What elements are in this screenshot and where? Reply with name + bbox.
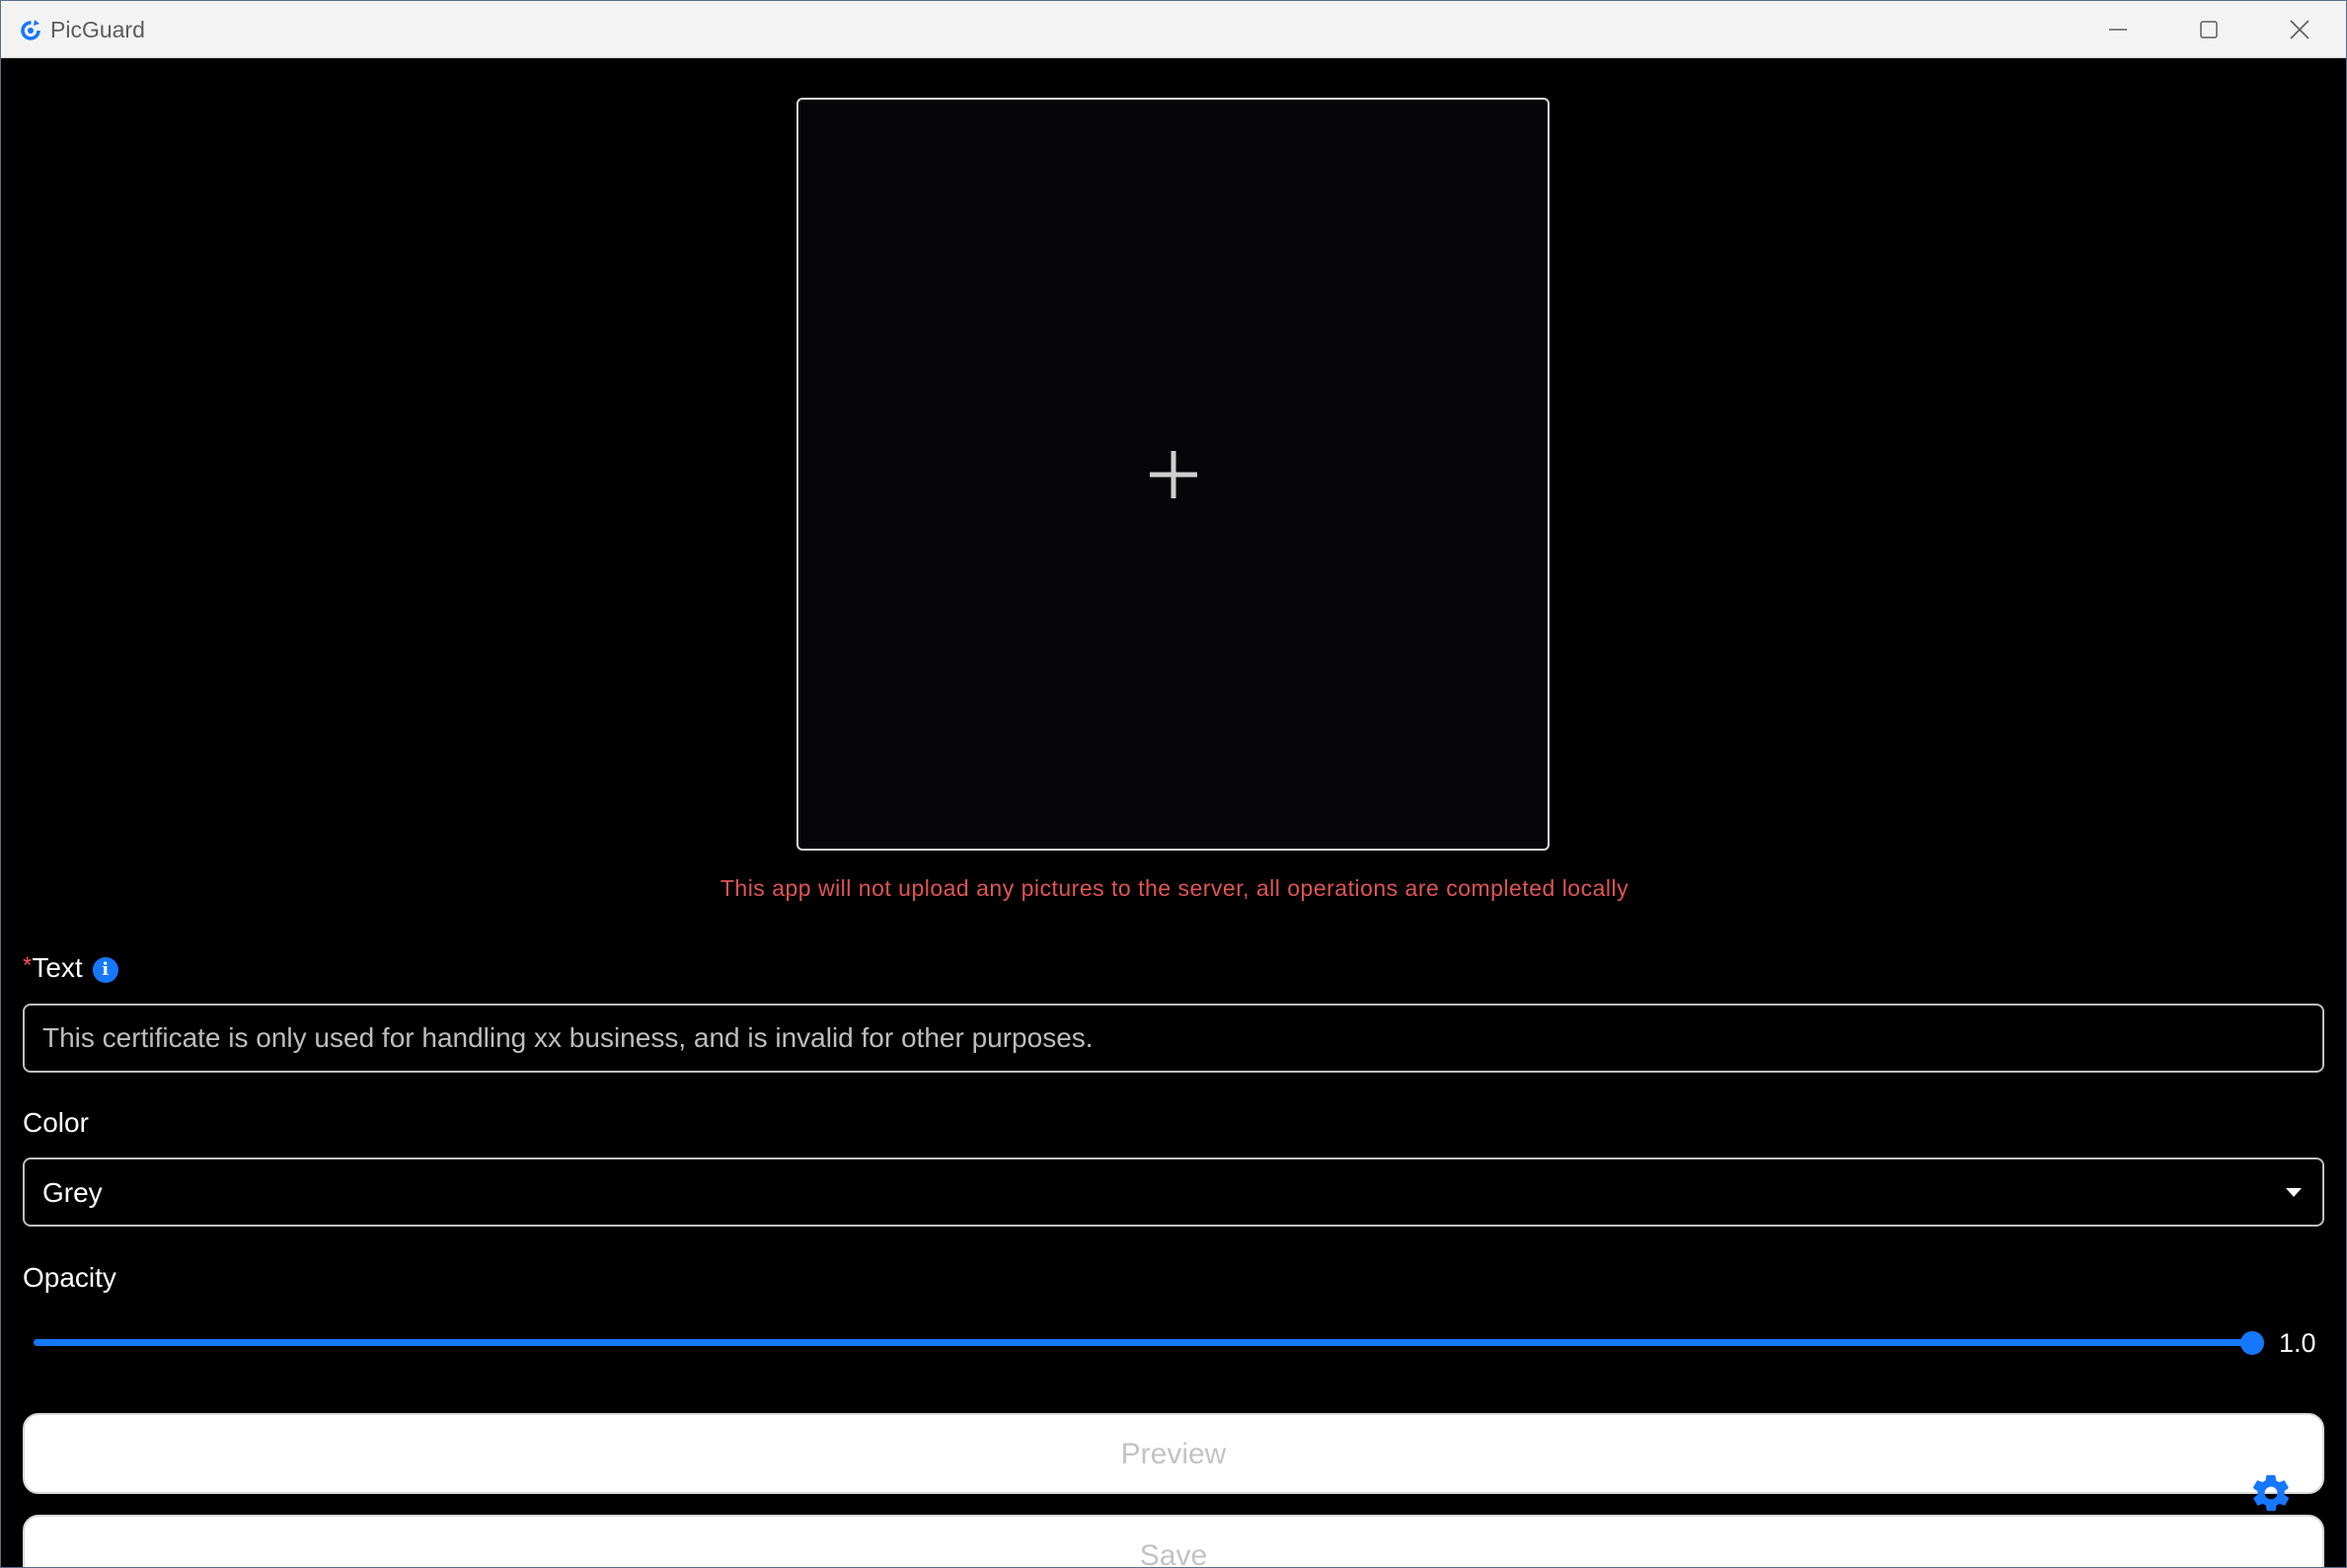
caret-down-icon — [2286, 1188, 2302, 1197]
minimize-icon — [2109, 28, 2127, 31]
app-window: PicGuard This app will not upload any pi… — [0, 0, 2347, 1568]
opacity-slider-fill — [34, 1339, 2252, 1346]
maximize-icon — [2200, 20, 2218, 38]
info-icon[interactable]: i — [92, 957, 118, 983]
maximize-button[interactable] — [2163, 1, 2254, 57]
color-select[interactable]: Grey — [23, 1157, 2324, 1227]
minimize-button[interactable] — [2073, 1, 2163, 57]
local-processing-notice: This app will not upload any pictures to… — [719, 875, 1629, 901]
plus-icon — [1149, 450, 1197, 498]
gear-icon[interactable] — [2249, 1471, 2293, 1515]
color-label: Color — [23, 1107, 89, 1138]
save-button[interactable]: Save — [23, 1515, 2324, 1567]
text-label: Text — [32, 952, 83, 983]
picguard-logo-icon — [21, 20, 40, 40]
close-icon — [2290, 19, 2309, 39]
opacity-slider-thumb[interactable] — [2240, 1331, 2264, 1355]
watermark-text-input[interactable] — [23, 1004, 2324, 1073]
required-mark: * — [23, 952, 33, 979]
opacity-value: 1.0 — [2279, 1328, 2316, 1358]
opacity-label: Opacity — [23, 1262, 116, 1293]
opacity-slider[interactable] — [34, 1331, 2264, 1355]
title-bar: PicGuard — [1, 1, 2346, 58]
preview-button[interactable]: Preview — [23, 1413, 2324, 1494]
text-field-label: *Text i — [23, 952, 118, 984]
color-select-value: Grey — [42, 1177, 103, 1208]
window-title: PicGuard — [50, 17, 145, 42]
image-upload-dropzone[interactable] — [796, 98, 1550, 851]
close-button[interactable] — [2254, 1, 2345, 57]
